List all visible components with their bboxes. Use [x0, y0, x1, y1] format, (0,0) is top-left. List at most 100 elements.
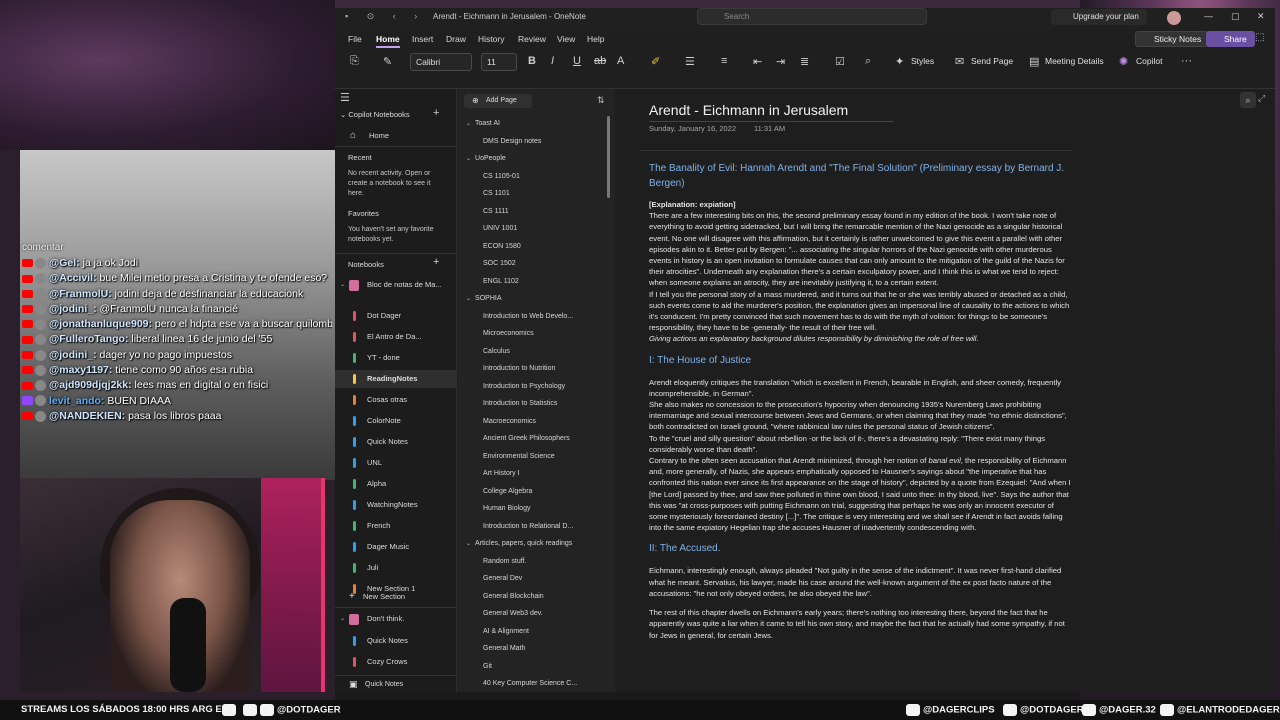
tab-view[interactable]: View: [557, 34, 575, 44]
page-group[interactable]: ⌄ Articles, papers, quick readings: [466, 535, 606, 552]
expand-icon[interactable]: ⤢: [1258, 93, 1265, 104]
notebook-item[interactable]: ⌄ Bloc de notas de Ma...: [335, 276, 457, 294]
page-item[interactable]: General Math: [483, 640, 583, 657]
add-copilot-notebook-icon[interactable]: +: [433, 107, 439, 119]
font-color-icon[interactable]: A: [617, 55, 624, 67]
format-painter-icon[interactable]: ✎: [383, 55, 392, 68]
send-page-button[interactable]: Send Page: [971, 56, 1013, 66]
tab-help[interactable]: Help: [587, 34, 604, 44]
ribbon-collapse-icon[interactable]: ⬚: [1255, 32, 1264, 43]
page-item[interactable]: Environmental Science: [483, 448, 583, 465]
send-page-icon[interactable]: ✉: [955, 55, 964, 68]
tab-review[interactable]: Review: [518, 34, 546, 44]
page-item[interactable]: CS 1111: [483, 203, 583, 220]
section-item[interactable]: WatchingNotes: [335, 496, 457, 514]
section-item[interactable]: UNL: [335, 454, 457, 472]
section-item[interactable]: Quick Notes: [335, 433, 457, 451]
page-item[interactable]: Introduction to Relational D...: [483, 518, 583, 535]
section-item[interactable]: Cosas otras: [335, 391, 457, 409]
paste-icon[interactable]: ⎘: [350, 55, 359, 68]
page-item[interactable]: Microeconomics: [483, 325, 583, 342]
page-item[interactable]: 40 Key Computer Science C...: [483, 675, 583, 692]
close-icon[interactable]: ✕: [1257, 11, 1265, 22]
section-item[interactable]: Cozy Crows: [335, 653, 457, 671]
page-item[interactable]: College Algebra: [483, 483, 583, 500]
home-icon[interactable]: ⌂: [350, 130, 356, 141]
new-section-button[interactable]: + New Section: [335, 588, 457, 606]
page-group[interactable]: ⌄ SOPHIA: [466, 290, 606, 307]
home-link[interactable]: Home: [369, 131, 389, 140]
increase-indent-icon[interactable]: ⇥: [776, 55, 785, 68]
section-item[interactable]: Dager Music: [335, 538, 457, 556]
page-item[interactable]: Introduction to Web Develo...: [483, 308, 583, 325]
section-item[interactable]: ReadingNotes: [335, 370, 457, 388]
find-tags-icon[interactable]: ⌕: [865, 55, 871, 68]
avatar[interactable]: [1167, 11, 1181, 25]
page-item[interactable]: UNIV 1001: [483, 220, 583, 237]
page-item[interactable]: Introduction to Nutrition: [483, 360, 583, 377]
copilot-notebooks-label[interactable]: ⌄ Copilot Notebooks: [340, 110, 410, 119]
highlight-icon[interactable]: ✐: [651, 55, 660, 68]
font-size-select[interactable]: 11: [481, 53, 517, 71]
section-item[interactable]: YT - done: [335, 349, 457, 367]
page-item[interactable]: Introduction to Psychology: [483, 378, 583, 395]
tab-draw[interactable]: Draw: [446, 34, 466, 44]
sticky-notes-button[interactable]: Sticky Notes: [1135, 31, 1209, 47]
minimize-icon[interactable]: —: [1204, 11, 1213, 21]
align-icon[interactable]: ≣: [800, 55, 809, 68]
tab-insert[interactable]: Insert: [412, 34, 433, 44]
quick-access-toolbar[interactable]: ▪ ⊙ ‹ ›: [345, 11, 425, 22]
search-icon[interactable]: ⌕: [1240, 92, 1256, 108]
menu-icon[interactable]: ☰: [340, 91, 350, 104]
tag-icon[interactable]: ☑: [835, 55, 845, 68]
add-notebook-icon[interactable]: +: [433, 256, 439, 268]
styles-icon[interactable]: ✦: [895, 55, 904, 68]
sort-icon[interactable]: ⇅: [597, 95, 605, 106]
page-item[interactable]: General Web3 dev.: [483, 605, 583, 622]
page-item[interactable]: Art History I: [483, 465, 583, 482]
section-item[interactable]: El Antro de Da...: [335, 328, 457, 346]
numbered-list-icon[interactable]: ≡: [721, 55, 727, 67]
page-item[interactable]: General Blockchain: [483, 588, 583, 605]
page-item[interactable]: Calculus: [483, 343, 583, 360]
page-item[interactable]: Git: [483, 658, 583, 675]
quick-notes-footer[interactable]: ▣ Quick Notes: [335, 675, 457, 692]
section-item[interactable]: French: [335, 517, 457, 535]
copilot-icon[interactable]: ✺: [1119, 55, 1128, 68]
page-group[interactable]: ⌄ UoPeople: [466, 150, 606, 167]
scrollbar[interactable]: [607, 116, 610, 198]
page-item[interactable]: SOC 1502: [483, 255, 583, 272]
page-item[interactable]: ECON 1580: [483, 238, 583, 255]
maximize-icon[interactable]: ▢: [1231, 11, 1240, 22]
share-button[interactable]: Share: [1206, 31, 1255, 47]
page-item[interactable]: Introduction to Statistics: [483, 395, 583, 412]
note-body[interactable]: The Banality of Evil: Hannah Arendt and …: [649, 157, 1074, 641]
section-item[interactable]: Dot Dager: [335, 307, 457, 325]
underline-icon[interactable]: U: [573, 55, 581, 67]
add-page-button[interactable]: ⊕ Add Page: [464, 94, 532, 108]
page-item[interactable]: DMS Design notes: [483, 133, 583, 150]
page-item[interactable]: CS 1101: [483, 185, 583, 202]
more-options-icon[interactable]: ···: [1181, 55, 1192, 67]
tab-history[interactable]: History: [478, 34, 504, 44]
page-item[interactable]: CS 1105-01: [483, 168, 583, 185]
font-family-select[interactable]: Calibri: [410, 53, 472, 71]
upgrade-button[interactable]: Upgrade your plan: [1051, 9, 1147, 25]
page-item[interactable]: General Dev: [483, 570, 583, 587]
copilot-button[interactable]: Copilot: [1136, 56, 1162, 66]
meeting-details-icon[interactable]: ▤: [1029, 55, 1039, 68]
decrease-indent-icon[interactable]: ⇤: [753, 55, 762, 68]
notebook-item-dont-think[interactable]: ⌄ Don't think.: [335, 610, 457, 628]
page-group[interactable]: ⌄ Toast AI: [466, 115, 606, 132]
page-item[interactable]: Random stuff.: [483, 553, 583, 570]
styles-button[interactable]: Styles: [911, 56, 934, 66]
tab-file[interactable]: File: [348, 34, 362, 44]
meeting-details-button[interactable]: Meeting Details: [1045, 56, 1104, 66]
page-item[interactable]: AI & Alignment: [483, 623, 583, 640]
tab-home[interactable]: Home: [376, 34, 400, 48]
bold-icon[interactable]: B: [528, 55, 536, 67]
strikethrough-icon[interactable]: ab: [594, 55, 606, 67]
section-item[interactable]: Quick Notes: [335, 632, 457, 650]
section-item[interactable]: Juli: [335, 559, 457, 577]
page-item[interactable]: Macroeconomics: [483, 413, 583, 430]
